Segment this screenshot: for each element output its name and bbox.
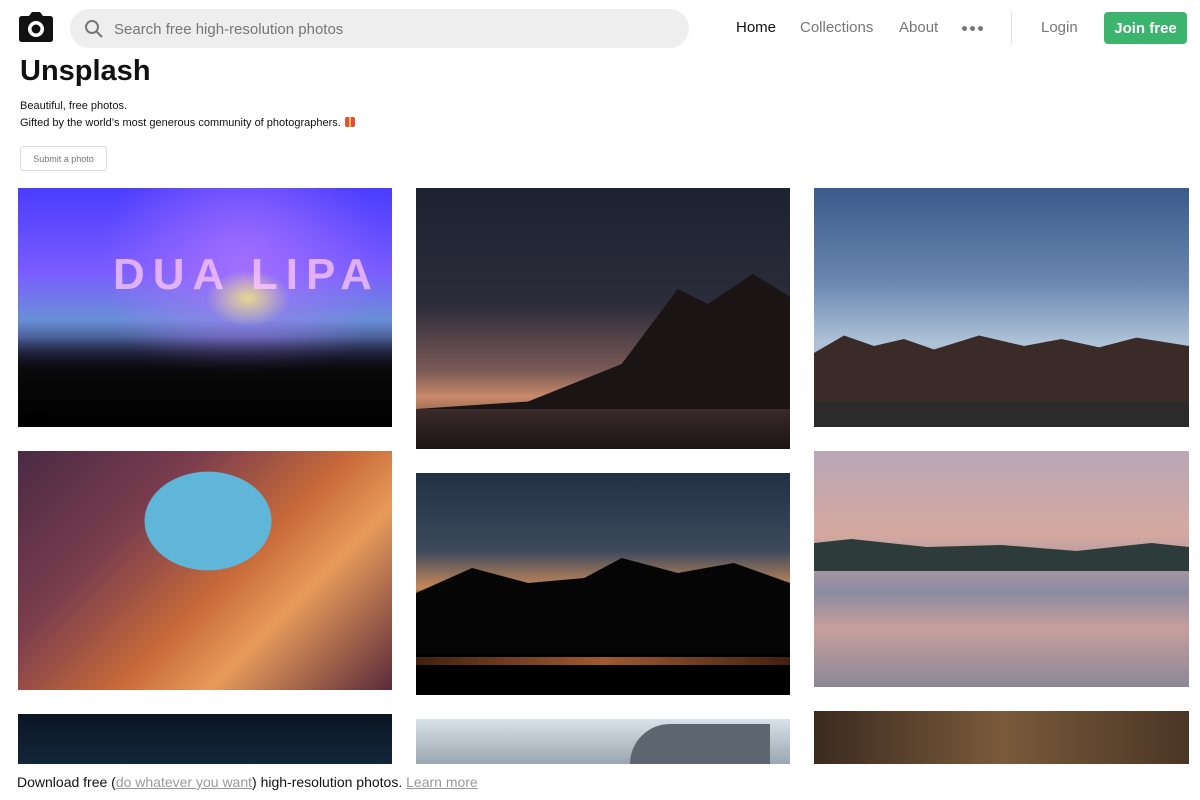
nav-divider [1011, 12, 1012, 44]
photo-night-sky[interactable] [18, 714, 392, 764]
photo-plane-wreck[interactable] [416, 719, 790, 764]
footer-link-do-whatever[interactable]: do whatever you want [116, 774, 252, 790]
tagline-line-2-text: Gifted by the world’s most generous comm… [20, 117, 341, 129]
submit-photo-button[interactable]: Submit a photo [20, 146, 107, 171]
photo-plane-fuselage [630, 724, 770, 764]
footer-banner: Download free (do whatever you want) hig… [0, 764, 1200, 800]
photo-overlay-text: DUA LIPA [113, 250, 380, 299]
photo-starry-sky-treeline[interactable] [814, 188, 1189, 427]
footer-learn-more-link[interactable]: Learn more [406, 774, 478, 790]
gift-icon [344, 117, 355, 127]
footer-text: Download free (do whatever you want) hig… [17, 774, 478, 790]
nav-collections[interactable]: Collections [800, 19, 873, 36]
tagline-line-2: Gifted by the world’s most generous comm… [20, 117, 355, 129]
login-link[interactable]: Login [1041, 19, 1078, 36]
photo-shoreline [814, 539, 1189, 571]
photo-milky-way-mountain-lake[interactable] [416, 188, 790, 449]
top-nav-bar: Home Collections About Login Join free [0, 0, 1200, 56]
search-icon [85, 20, 103, 38]
photo-mountain-silhouette [416, 558, 790, 653]
camera-icon[interactable] [19, 12, 53, 42]
photo-lake [416, 409, 790, 449]
photo-mountain-silhouette [416, 274, 790, 409]
footer-middle: ) high-resolution photos. [252, 774, 407, 790]
photo-lake-bled-island-church[interactable] [814, 451, 1189, 687]
page-title: Unsplash [20, 55, 151, 87]
photo-crowd-silhouette [18, 337, 392, 427]
photo-mountain-silhouette-sunset-reflection[interactable] [416, 473, 790, 695]
photo-antelope-canyon-arch[interactable] [18, 451, 392, 690]
photo-bokeh-warm[interactable] [814, 711, 1189, 764]
photo-ground [814, 402, 1189, 427]
more-dots-icon[interactable] [962, 26, 984, 32]
photo-treeline [814, 335, 1189, 402]
footer-prefix: Download free ( [17, 774, 116, 790]
search-input[interactable] [112, 9, 676, 50]
tagline-line-1: Beautiful, free photos. [20, 100, 128, 112]
search-bar[interactable] [70, 9, 689, 50]
photo-reflection [416, 657, 790, 665]
join-free-button[interactable]: Join free [1104, 12, 1187, 44]
nav-about[interactable]: About [899, 19, 938, 36]
photo-concert-crowd[interactable]: DUA LIPA [18, 188, 392, 427]
nav-home[interactable]: Home [736, 19, 776, 36]
